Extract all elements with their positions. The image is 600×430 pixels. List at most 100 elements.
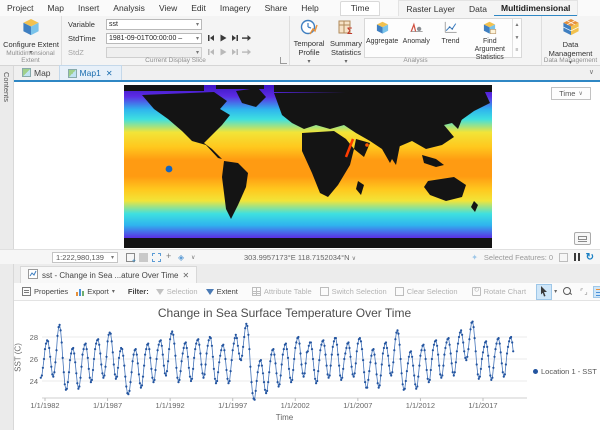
stdtime-value: 1981-09-01T00:00:00 – — [109, 35, 182, 42]
menu-edit[interactable]: Edit — [184, 0, 213, 16]
data-management-label: Data Management — [542, 40, 599, 59]
menu-share[interactable]: Share — [258, 0, 295, 16]
navigator-icon[interactable] — [178, 253, 187, 262]
switch-selection-icon — [320, 287, 329, 296]
properties-icon — [22, 287, 31, 296]
chevron-down-icon[interactable]: ∨ — [589, 66, 594, 80]
selection-options-icon[interactable] — [559, 253, 568, 262]
gallery-scroll-down[interactable]: ▼ — [513, 32, 521, 45]
dialog-launcher-icon[interactable] — [280, 57, 287, 64]
clear-selection-button: Clear Selection — [391, 284, 462, 300]
y-tick-label: 28 — [20, 333, 38, 342]
chart-panel-tab-bar: sst - Change in Sea ...ature Over Time ✕ — [14, 264, 600, 283]
chevron-down-icon: ∨ — [578, 90, 582, 97]
tab-multidimensional[interactable]: Multidimensional — [494, 1, 577, 17]
filter-label: Filter: — [125, 287, 152, 296]
menu-view[interactable]: View — [152, 0, 184, 16]
summary-statistics-label: Summary Statistics — [328, 39, 364, 58]
map-view[interactable]: Time ∨ — [14, 84, 600, 249]
aggregate-label: Aggregate — [366, 38, 398, 46]
pause-drawing-button[interactable] — [574, 253, 580, 261]
attribute-table-button: Attribute Table — [248, 284, 316, 300]
group-analysis: Temporal Profile ▾ Σ Summary Statistics … — [290, 16, 542, 65]
time-slider-button[interactable]: Time ∨ — [551, 87, 591, 100]
tab-raster-layer[interactable]: Raster Layer — [399, 1, 462, 17]
skip-to-start-button-disabled — [206, 48, 215, 57]
switch-selection-button: Switch Selection — [316, 284, 391, 300]
y-tick-label: 26 — [20, 355, 38, 364]
trend-button[interactable]: Trend — [433, 19, 467, 57]
rotate-chart-label: Rotate Chart — [484, 287, 527, 296]
chevron-down-icon: ▾ — [196, 35, 199, 42]
menu-imagery[interactable]: Imagery — [213, 0, 258, 16]
variable-combo[interactable]: sst ▾ — [106, 19, 202, 30]
chart-panel-tab[interactable]: sst - Change in Sea ...ature Over Time ✕ — [20, 266, 197, 283]
step-forward-button[interactable] — [242, 34, 251, 43]
menu-map[interactable]: Map — [40, 0, 71, 16]
x-tick-label: 1/1/2017 — [460, 401, 506, 410]
sst-raster-layer — [124, 85, 492, 248]
group-data-management: Data Management ▾ Data Management — [542, 16, 599, 65]
basemap-icon[interactable] — [139, 253, 148, 262]
tab-time[interactable]: Time — [340, 1, 381, 16]
refresh-icon[interactable]: ↻ — [586, 252, 594, 263]
map-overview-icon[interactable] — [574, 232, 591, 245]
group-label: Analysis — [290, 57, 541, 64]
chevron-down-icon[interactable]: ∨ — [191, 254, 195, 261]
play-button[interactable] — [218, 34, 227, 43]
play-button-disabled — [218, 48, 227, 57]
chevron-down-icon[interactable]: ▾ — [552, 288, 559, 295]
map1-tab-label: Map1 — [80, 68, 101, 78]
gallery-expand[interactable]: ≡ — [513, 44, 521, 57]
close-icon[interactable]: ✕ — [106, 69, 113, 78]
scale-combo[interactable]: 1:222,980,139 ▾ — [52, 252, 118, 263]
chart-toolbar: Properties Export ▾ Filter: Selection Ex… — [14, 283, 600, 301]
contents-pane-tab[interactable]: Contents — [0, 66, 14, 430]
full-extent-icon: ⌜⌟ — [580, 288, 589, 296]
skip-to-end-button[interactable] — [230, 34, 239, 43]
contents-pane-label: Contents — [2, 72, 11, 102]
aggregate-button[interactable]: Aggregate — [365, 19, 399, 57]
select-tool-icon[interactable] — [152, 253, 161, 262]
menu-insert[interactable]: Insert — [71, 0, 106, 16]
gallery-scroll-up[interactable]: ▲ — [513, 19, 521, 32]
export-icon — [76, 287, 84, 296]
anomaly-button[interactable]: Anomaly — [399, 19, 433, 57]
temporal-profile-icon — [300, 18, 318, 38]
skip-to-start-button[interactable] — [206, 34, 215, 43]
properties-button[interactable]: Properties — [18, 284, 72, 300]
cube-table-icon — [482, 21, 497, 37]
close-icon[interactable]: ✕ — [183, 271, 190, 280]
chart-list-button[interactable] — [593, 286, 600, 298]
attribute-table-icon — [252, 287, 261, 296]
menu-project[interactable]: Project — [0, 0, 40, 16]
x-tick-label: 1/1/2007 — [335, 401, 381, 410]
chevron-down-icon: ▾ — [196, 49, 199, 56]
chart-plot-area[interactable]: Change in Sea Surface Temperature Over T… — [14, 301, 600, 430]
step-forward-button[interactable] — [242, 48, 251, 57]
tab-data[interactable]: Data — [462, 1, 494, 17]
x-tick-label: 1/1/1987 — [85, 401, 131, 410]
ribbon: Configure Extent ▾ Multidimensional Exte… — [0, 16, 600, 66]
tab-map1-view[interactable]: Map1 ✕ — [59, 65, 122, 80]
coordinates-value[interactable]: 303.9957173°E 118.7152034°N — [244, 253, 350, 262]
pointer-tool-button[interactable] — [536, 284, 552, 300]
stdz-combo[interactable]: ▾ — [106, 47, 202, 58]
add-data-icon[interactable] — [126, 253, 135, 262]
x-tick-label: 1/1/1997 — [210, 401, 256, 410]
trend-icon — [443, 21, 458, 37]
full-extent-button[interactable]: ⌜⌟ — [576, 284, 593, 300]
chart-title: Change in Sea Surface Temperature Over T… — [42, 306, 527, 320]
menu-analysis[interactable]: Analysis — [106, 0, 152, 16]
menu-help[interactable]: Help — [294, 0, 325, 16]
tab-map-view[interactable]: Map — [14, 65, 59, 80]
filter-extent-button[interactable]: Extent — [202, 284, 242, 300]
time-playback-controls — [206, 34, 251, 43]
snapping-icon[interactable] — [165, 253, 174, 262]
location-marker[interactable] — [166, 166, 173, 173]
export-button[interactable]: Export ▾ — [72, 284, 119, 300]
x-tick-label: 1/1/1992 — [147, 401, 193, 410]
zoom-in-tool-button[interactable] — [559, 284, 576, 300]
find-argument-statistics-button[interactable]: Find Argument Statistics — [468, 19, 512, 57]
stdtime-combo[interactable]: 1981-09-01T00:00:00 – ▾ — [106, 33, 202, 44]
